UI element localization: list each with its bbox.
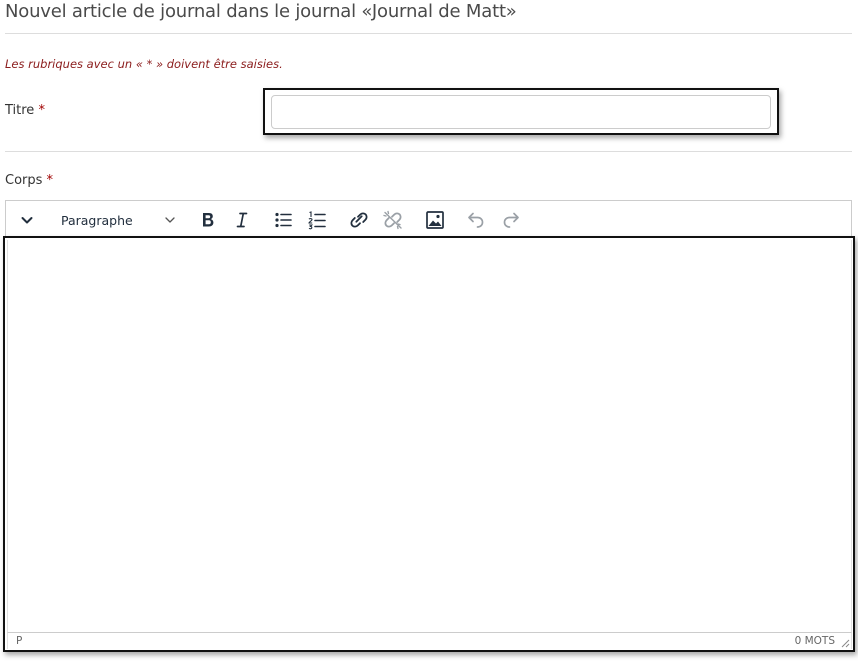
- editor-content-area[interactable]: [7, 240, 852, 633]
- numbered-list-icon: [308, 211, 326, 230]
- italic-button[interactable]: [231, 210, 253, 230]
- word-count: 0 MOTS: [794, 635, 835, 647]
- editor-highlight: P 0 MOTS: [3, 236, 855, 652]
- required-star: *: [38, 103, 45, 118]
- divider: [5, 33, 852, 34]
- corps-label-text: Corps: [5, 173, 43, 188]
- required-star: *: [46, 173, 54, 188]
- titre-label-text: Titre: [5, 103, 35, 118]
- numbered-list-button[interactable]: [306, 210, 328, 230]
- bold-icon: [203, 213, 214, 227]
- titre-label: Titre *: [5, 103, 45, 118]
- italic-icon: [236, 212, 248, 228]
- redo-button[interactable]: [500, 210, 522, 230]
- editor-toolbar: Paragraphe: [5, 200, 852, 238]
- undo-icon: [468, 212, 484, 228]
- divider: [5, 151, 852, 152]
- bold-button[interactable]: [197, 210, 219, 230]
- titre-input[interactable]: [271, 95, 771, 129]
- toolbar-toggle-button[interactable]: [17, 210, 39, 230]
- resize-handle-icon[interactable]: [840, 638, 850, 648]
- titre-field-highlight: [263, 88, 779, 135]
- redo-icon: [503, 212, 519, 228]
- block-format-select[interactable]: Paragraphe: [54, 210, 182, 230]
- element-path[interactable]: P: [16, 635, 22, 647]
- unlink-icon: [383, 210, 402, 230]
- link-button[interactable]: [348, 210, 370, 230]
- image-button[interactable]: [424, 210, 446, 230]
- block-format-label: Paragraphe: [61, 213, 133, 228]
- link-icon: [350, 212, 368, 228]
- required-fields-note: Les rubriques avec un « * » doivent être…: [5, 57, 283, 71]
- chevron-down-icon: [21, 217, 33, 224]
- corps-label: Corps *: [5, 173, 53, 188]
- page-title: Nouvel article de journal dans le journa…: [5, 1, 517, 22]
- unlink-button[interactable]: [382, 210, 404, 230]
- undo-button[interactable]: [465, 210, 487, 230]
- editor-statusbar: P 0 MOTS: [7, 632, 852, 649]
- bullet-list-button[interactable]: [272, 210, 294, 230]
- chevron-down-icon: [165, 217, 175, 223]
- image-icon: [426, 211, 444, 229]
- bullet-list-icon: [275, 212, 292, 228]
